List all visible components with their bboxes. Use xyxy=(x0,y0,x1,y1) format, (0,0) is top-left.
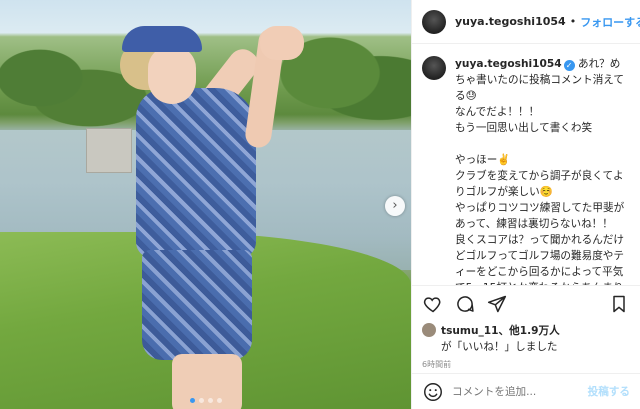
heart-icon[interactable] xyxy=(422,293,444,315)
carousel-dot xyxy=(189,398,195,403)
golfer-hands xyxy=(260,26,304,60)
caption: yuya.tegoshi1054 ✓ あれ？めちゃ書いたのに投稿コメント消えてる😓… xyxy=(412,44,640,285)
post-comment-button[interactable]: 投稿する xyxy=(588,384,630,399)
carousel-dot xyxy=(207,398,213,403)
liker-avatar[interactable] xyxy=(422,323,436,337)
comment-box: 投稿する xyxy=(412,373,640,409)
carousel-dot xyxy=(216,398,222,403)
comment-bubble-icon[interactable] xyxy=(454,293,476,315)
golfer-visor xyxy=(122,26,202,52)
next-image-arrow-icon[interactable]: › xyxy=(385,196,405,216)
emoji-smile-icon[interactable] xyxy=(422,381,444,403)
caption-avatar[interactable] xyxy=(422,56,446,80)
likes-suffix: が「いいね！」しました xyxy=(441,341,558,353)
golfer-face xyxy=(148,46,196,104)
avatar[interactable] xyxy=(422,9,446,34)
caption-username[interactable]: yuya.tegoshi1054 xyxy=(455,58,562,70)
carousel-dot xyxy=(198,398,204,403)
golfer-shorts xyxy=(142,250,252,360)
verified-badge-icon: ✓ xyxy=(563,60,575,71)
post-header: yuya.tegoshi1054 • フォローする xyxy=(412,0,640,44)
carousel-dots xyxy=(0,398,411,403)
comment-input[interactable] xyxy=(452,385,588,398)
likes-summary: tsumu_11、他1.9万人 xyxy=(412,321,640,339)
action-bar xyxy=(412,285,640,321)
follow-button[interactable]: フォローする xyxy=(580,14,640,30)
bookmark-icon[interactable] xyxy=(608,293,630,315)
post-side-panel: yuya.tegoshi1054 • フォローする yuya.tegoshi10… xyxy=(411,0,640,409)
post-timestamp[interactable]: 6時間前 xyxy=(412,355,640,373)
golfer-figure xyxy=(112,18,312,409)
post-photo[interactable]: › xyxy=(0,0,411,409)
header-username[interactable]: yuya.tegoshi1054 xyxy=(455,15,566,28)
caption-body: yuya.tegoshi1054 ✓ あれ？めちゃ書いたのに投稿コメント消えてる😓… xyxy=(455,56,630,285)
header-separator: • xyxy=(569,15,577,28)
paper-plane-icon[interactable] xyxy=(486,293,508,315)
caption-text: あれ？めちゃ書いたのに投稿コメント消えてる😓 なんでだよ！！！ もう一回思い出し… xyxy=(455,58,625,285)
instagram-post: › yuya.tegoshi1054 • フォローする yuya.tegoshi… xyxy=(0,0,640,409)
golfer-shirt xyxy=(136,88,256,258)
likes-count[interactable]: tsumu_11、他1.9万人 xyxy=(441,323,560,338)
